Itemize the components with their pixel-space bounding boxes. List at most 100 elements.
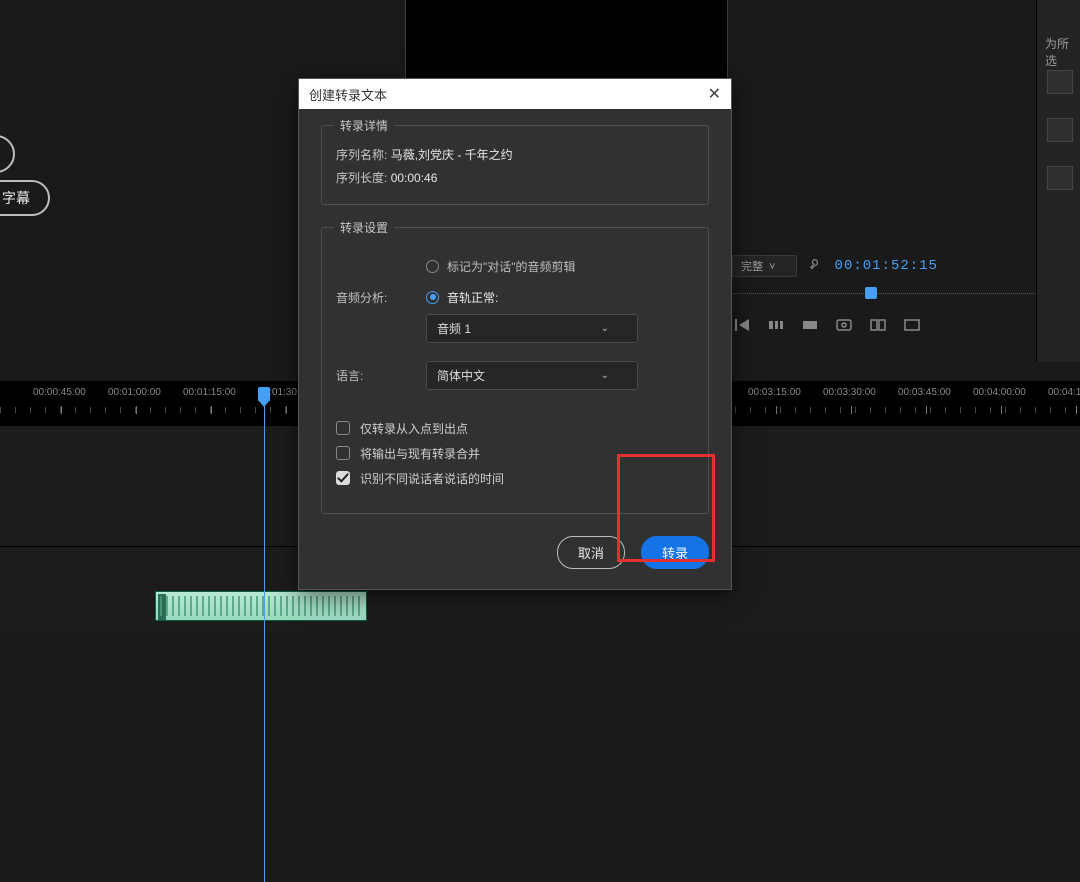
- tick-major: [61, 406, 62, 414]
- radio-track-normal[interactable]: 音轨正常:: [426, 289, 694, 306]
- tick-minor: [60, 407, 61, 413]
- tick-minor: [990, 407, 991, 413]
- settings-legend: 转录设置: [334, 219, 394, 236]
- time-label: 00:03:30:00: [823, 387, 876, 398]
- insert-icon[interactable]: [764, 316, 788, 334]
- checkbox-icon: [336, 421, 350, 435]
- sequence-name-line: 序列名称: 马薇,刘党庆 - 千年之约: [336, 144, 694, 167]
- tick-minor: [1035, 407, 1036, 413]
- tick-minor: [735, 407, 736, 413]
- tick-minor: [855, 407, 856, 413]
- tick-major: [851, 406, 852, 414]
- dialog-button-row: 取消 转录: [321, 536, 709, 569]
- tick-minor: [960, 407, 961, 413]
- tick-minor: [30, 407, 31, 413]
- cancel-button-label: 取消: [578, 546, 604, 561]
- tick-major: [136, 406, 137, 414]
- audio-analysis-label: 音频分析:: [336, 289, 426, 306]
- tick-minor: [270, 407, 271, 413]
- radio-icon: [426, 260, 439, 273]
- tick-minor: [120, 407, 121, 413]
- tick-minor: [15, 407, 16, 413]
- style-swatch[interactable]: [1047, 70, 1073, 94]
- tick-minor: [285, 407, 286, 413]
- tick-minor: [885, 407, 886, 413]
- overwrite-icon[interactable]: [798, 316, 822, 334]
- tick-minor: [765, 407, 766, 413]
- go-to-in-icon[interactable]: [730, 316, 754, 334]
- transcript-settings-fieldset: 转录设置 音频分析: 标记为"对话"的音频剪辑 音轨正常: 音频 1: [321, 227, 709, 514]
- tick-minor: [165, 407, 166, 413]
- tick-minor: [1005, 407, 1006, 413]
- cancel-button[interactable]: 取消: [557, 536, 625, 569]
- create-transcript-dialog: 创建转录文本 ✕ 转录详情 序列名称: 马薇,刘党庆 - 千年之约 序列长度: …: [298, 78, 732, 590]
- export-frame-icon[interactable]: [832, 316, 856, 334]
- viewer-mode-select[interactable]: 完整 ˅: [732, 255, 797, 277]
- style-swatch[interactable]: [1047, 166, 1073, 190]
- dialog-body: 转录详情 序列名称: 马薇,刘党庆 - 千年之约 序列长度: 00:00:46 …: [299, 109, 731, 589]
- tick-major: [926, 406, 927, 414]
- tick-minor: [210, 407, 211, 413]
- language-select[interactable]: 简体中文 ⌄: [426, 361, 638, 390]
- right-side-panel: 为所选: [1036, 0, 1080, 362]
- sequence-name-label: 序列名称:: [336, 148, 387, 162]
- zoom-slider-track: [730, 293, 1050, 294]
- radio-track-label: 音轨正常:: [447, 289, 498, 306]
- checkbox-merge-label: 将输出与现有转录合并: [360, 445, 480, 462]
- zoom-slider-thumb[interactable]: [865, 287, 877, 299]
- chevron-down-icon: ⌄: [601, 323, 609, 334]
- radio-icon: [426, 291, 439, 304]
- time-label: 00:00:45:00: [33, 387, 86, 398]
- style-swatch[interactable]: [1047, 118, 1073, 142]
- tick-minor: [750, 407, 751, 413]
- tick-minor: [900, 407, 901, 413]
- tick-minor: [1050, 407, 1051, 413]
- chevron-down-icon: ⌄: [601, 370, 609, 381]
- time-label: 00:01:00:00: [108, 387, 161, 398]
- dialog-title: 创建转录文本: [309, 85, 387, 104]
- checkbox-merge[interactable]: 将输出与现有转录合并: [336, 445, 694, 462]
- language-value: 简体中文: [437, 367, 485, 384]
- tick-minor: [870, 407, 871, 413]
- tick-minor: [945, 407, 946, 413]
- tick-minor: [150, 407, 151, 413]
- tick-minor: [195, 407, 196, 413]
- tick-minor: [0, 407, 1, 413]
- safe-margins-icon[interactable]: [900, 316, 924, 334]
- dialog-titlebar[interactable]: 创建转录文本 ✕: [299, 79, 731, 109]
- tick-major: [286, 406, 287, 414]
- audio-track-value: 音频 1: [437, 320, 471, 337]
- checkbox-in-to-out[interactable]: 仅转录从入点到出点: [336, 420, 694, 437]
- tick-minor: [975, 407, 976, 413]
- comparison-view-icon[interactable]: [866, 316, 890, 334]
- language-label: 语言:: [336, 367, 426, 384]
- tick-minor: [255, 407, 256, 413]
- tick-minor: [810, 407, 811, 413]
- checkbox-speakers[interactable]: 识别不同说话者说话的时间: [336, 470, 694, 487]
- radio-dialogue-clips[interactable]: 标记为"对话"的音频剪辑: [426, 258, 694, 275]
- tick-minor: [930, 407, 931, 413]
- tick-minor: [225, 407, 226, 413]
- zoom-slider[interactable]: [730, 288, 1050, 300]
- captions-pill-button[interactable]: 字幕: [0, 180, 50, 216]
- time-label: 00:04:15:0: [1048, 387, 1080, 398]
- viewer-mode-value: 完整: [741, 261, 763, 273]
- sequence-length-label: 序列长度:: [336, 171, 387, 185]
- program-timecode[interactable]: 00:01:52:15: [835, 258, 938, 274]
- transcript-details-fieldset: 转录详情 序列名称: 马薇,刘党庆 - 千年之约 序列长度: 00:00:46: [321, 125, 709, 205]
- audio-analysis-row: 音频分析: 标记为"对话"的音频剪辑 音轨正常: 音频 1 ⌄: [336, 252, 694, 343]
- wrench-icon[interactable]: [809, 258, 823, 275]
- tick-major: [776, 406, 777, 414]
- tick-minor: [795, 407, 796, 413]
- close-icon[interactable]: ✕: [708, 84, 721, 104]
- checkbox-speakers-label: 识别不同说话者说话的时间: [360, 470, 504, 487]
- audio-track-select[interactable]: 音频 1 ⌄: [426, 314, 638, 343]
- tick-minor: [75, 407, 76, 413]
- viewer-button-row: +: [730, 315, 1058, 335]
- tick-minor: [840, 407, 841, 413]
- viewer-controls: 完整 ˅ 00:01:52:15: [732, 255, 1065, 277]
- transcribe-button[interactable]: 转录: [641, 536, 709, 569]
- audio-clip[interactable]: [155, 591, 367, 621]
- tick-minor: [135, 407, 136, 413]
- decorative-arc: [0, 135, 15, 173]
